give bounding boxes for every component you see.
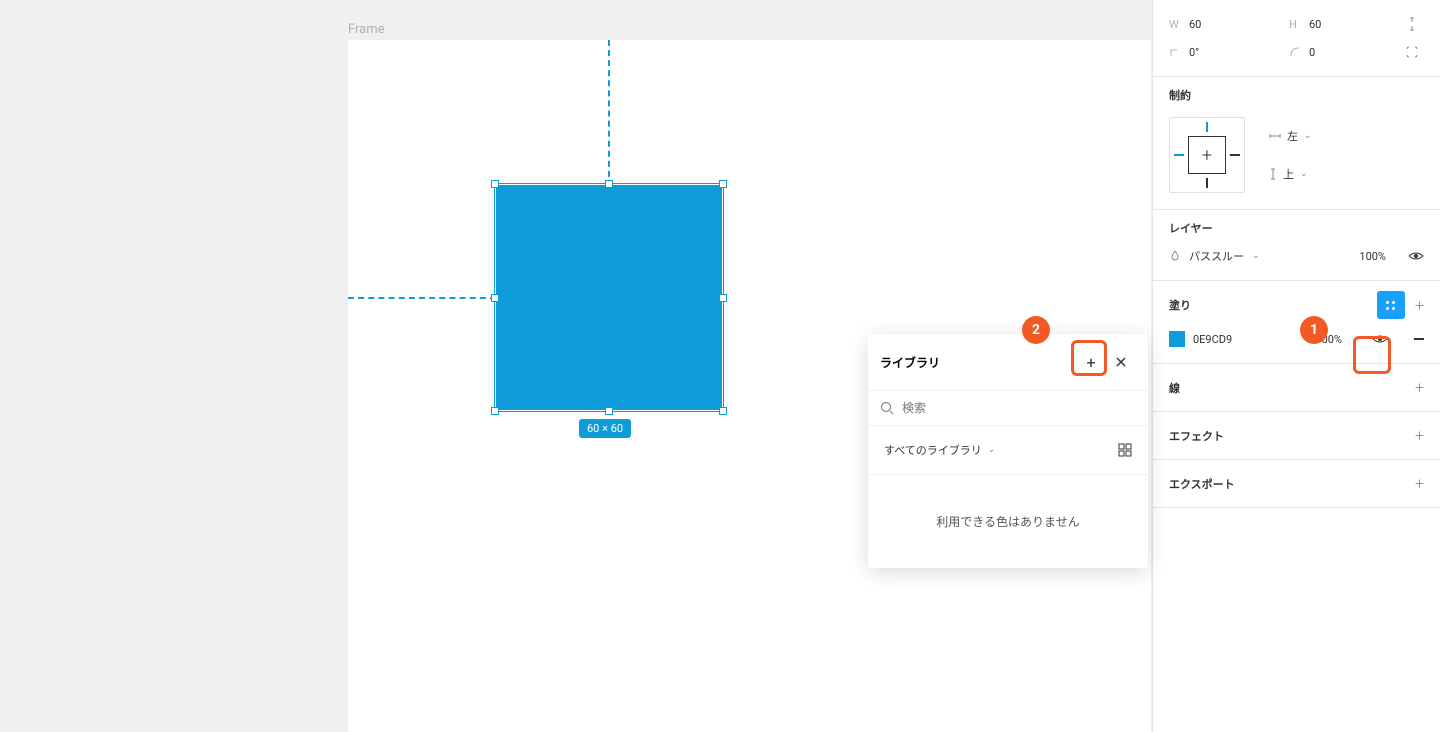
fill-title: 塗り bbox=[1169, 297, 1191, 313]
dimensions-badge: 60 × 60 bbox=[579, 419, 631, 438]
popup-empty-state: 利用できる色はありません bbox=[868, 475, 1148, 568]
grid-view-icon[interactable] bbox=[1118, 443, 1132, 457]
eye-icon[interactable] bbox=[1372, 333, 1388, 345]
resize-handle-top-right[interactable] bbox=[719, 180, 727, 188]
corner-radius-field[interactable]: 0 bbox=[1289, 46, 1351, 59]
horizontal-icon bbox=[1269, 132, 1281, 140]
layer-section: レイヤー パススルー ⌄ 100% bbox=[1153, 210, 1440, 281]
resize-handle-bottom[interactable] bbox=[605, 407, 613, 415]
chevron-down-icon: ⌄ bbox=[1300, 169, 1308, 179]
selection-bounds bbox=[494, 183, 724, 412]
constraint-horizontal-value: 左 bbox=[1287, 128, 1298, 144]
styles-button[interactable] bbox=[1377, 291, 1405, 319]
stroke-section[interactable]: 線 + bbox=[1153, 364, 1440, 412]
frame-label[interactable]: Frame bbox=[348, 22, 385, 37]
constrain-proportions-icon[interactable] bbox=[1400, 12, 1424, 36]
constraint-vertical-dropdown[interactable]: 上 ⌄ bbox=[1269, 162, 1312, 186]
guide-vertical bbox=[608, 40, 610, 187]
library-popup: ライブラリ + すべてのライブラリ ⌄ 利用できる色はありません bbox=[868, 334, 1148, 568]
annotation-marker-2: 2 bbox=[1022, 316, 1050, 344]
remove-fill-icon[interactable] bbox=[1414, 338, 1424, 340]
add-style-button[interactable]: + bbox=[1076, 347, 1106, 377]
corner-radius-icon bbox=[1289, 46, 1303, 58]
export-section[interactable]: エクスポート + bbox=[1153, 460, 1440, 508]
blend-mode-icon bbox=[1169, 250, 1181, 262]
constraint-right-indicator bbox=[1230, 154, 1240, 156]
eye-icon[interactable] bbox=[1408, 250, 1424, 262]
resize-handle-top[interactable] bbox=[605, 180, 613, 188]
rotation-icon bbox=[1169, 46, 1183, 58]
constraint-center-icon: + bbox=[1188, 136, 1226, 174]
resize-handle-left[interactable] bbox=[491, 294, 499, 302]
width-field[interactable]: W 60 bbox=[1169, 18, 1231, 31]
rotation-field[interactable]: 0° bbox=[1169, 46, 1231, 59]
effects-section[interactable]: エフェクト + bbox=[1153, 412, 1440, 460]
layer-opacity-value[interactable]: 100% bbox=[1359, 250, 1386, 263]
width-label: W bbox=[1169, 18, 1183, 31]
chevron-down-icon: ⌄ bbox=[1252, 251, 1260, 261]
height-label: H bbox=[1289, 18, 1303, 31]
dimensions-section: W 60 H 60 0° 0 bbox=[1153, 0, 1440, 77]
constraint-vertical-value: 上 bbox=[1283, 166, 1294, 182]
annotation-marker-1: 1 bbox=[1300, 316, 1328, 344]
blend-mode-value[interactable]: パススルー bbox=[1189, 248, 1244, 264]
constraints-section: 制約 + 左 ⌄ 上 ⌄ bbox=[1153, 77, 1440, 210]
resize-handle-bottom-left[interactable] bbox=[491, 407, 499, 415]
layer-title: レイヤー bbox=[1169, 220, 1424, 236]
fill-color-swatch[interactable] bbox=[1169, 331, 1185, 347]
add-export-icon[interactable]: + bbox=[1415, 474, 1424, 493]
add-effect-icon[interactable]: + bbox=[1415, 426, 1424, 445]
guide-horizontal bbox=[348, 297, 496, 299]
resize-handle-right[interactable] bbox=[719, 294, 727, 302]
close-icon bbox=[1115, 356, 1127, 368]
fill-section: 塗り + 0E9CD9 100% bbox=[1153, 281, 1440, 364]
chevron-down-icon: ⌄ bbox=[1304, 131, 1312, 141]
constraint-bottom-indicator bbox=[1206, 178, 1208, 188]
library-filter-dropdown[interactable]: すべてのライブラリ ⌄ bbox=[884, 438, 995, 462]
resize-handle-bottom-right[interactable] bbox=[719, 407, 727, 415]
add-fill-icon[interactable]: + bbox=[1415, 296, 1424, 315]
resize-handle-top-left[interactable] bbox=[491, 180, 499, 188]
constraint-widget[interactable]: + bbox=[1169, 117, 1245, 193]
search-row bbox=[868, 391, 1148, 426]
search-input[interactable] bbox=[902, 401, 1136, 415]
rotation-value[interactable]: 0° bbox=[1189, 46, 1231, 59]
vertical-icon bbox=[1269, 168, 1277, 180]
search-icon bbox=[880, 401, 894, 415]
styles-grid-icon bbox=[1386, 301, 1395, 310]
add-stroke-icon[interactable]: + bbox=[1415, 378, 1424, 397]
properties-panel: W 60 H 60 0° 0 制約 bbox=[1152, 0, 1440, 732]
height-value[interactable]: 60 bbox=[1309, 18, 1351, 31]
popup-title: ライブラリ bbox=[880, 354, 940, 371]
constraint-horizontal-dropdown[interactable]: 左 ⌄ bbox=[1269, 124, 1312, 148]
constraints-title: 制約 bbox=[1169, 87, 1424, 103]
constraint-left-indicator bbox=[1174, 154, 1184, 156]
constraint-top-indicator bbox=[1206, 122, 1208, 132]
close-button[interactable] bbox=[1106, 347, 1136, 377]
filter-label: すべてのライブラリ bbox=[884, 442, 982, 458]
height-field[interactable]: H 60 bbox=[1289, 18, 1351, 31]
chevron-down-icon: ⌄ bbox=[988, 445, 996, 455]
width-value[interactable]: 60 bbox=[1189, 18, 1231, 31]
stroke-title: 線 bbox=[1169, 380, 1180, 396]
corner-radius-value[interactable]: 0 bbox=[1309, 46, 1351, 59]
fill-hex-value[interactable]: 0E9CD9 bbox=[1193, 333, 1232, 346]
export-title: エクスポート bbox=[1169, 476, 1235, 492]
effects-title: エフェクト bbox=[1169, 428, 1224, 444]
individual-corners-icon[interactable] bbox=[1400, 40, 1424, 64]
